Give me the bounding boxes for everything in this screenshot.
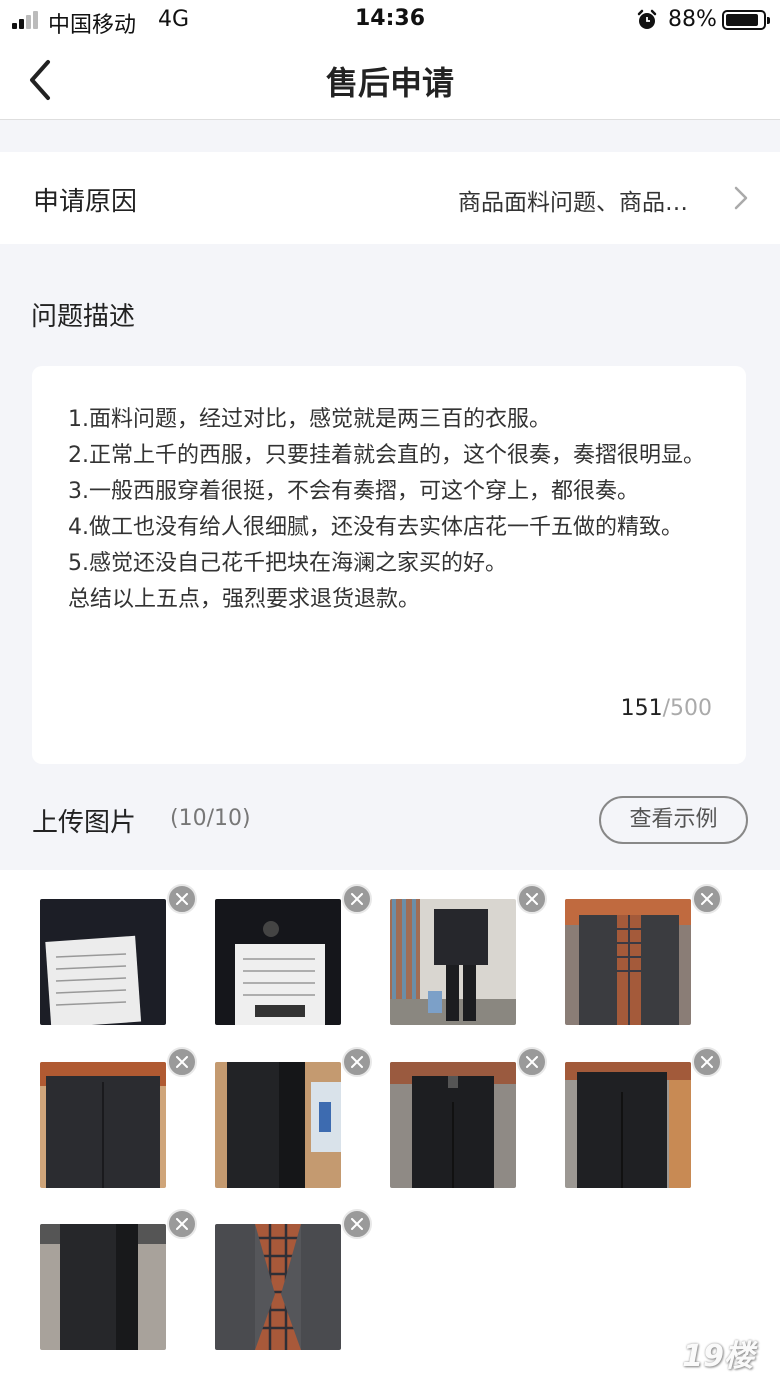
battery-icon [722,10,770,30]
photo-thumbnail[interactable] [565,899,691,1025]
reason-row[interactable]: 申请原因 商品面料问题、商品… [0,152,780,244]
char-counter: 151/500 [621,696,712,721]
chevron-right-icon [734,186,748,210]
description-line: 1.面料问题，经过对比，感觉就是两三百的衣服。 [68,407,551,432]
description-line: 2.正常上千的西服，只要挂着就会直的，这个很奏，奏摺很明显。 [68,443,705,468]
photo-thumbnail[interactable] [40,1062,166,1188]
upload-count: (10/10) [170,806,251,831]
page-title: 售后申请 [325,64,454,102]
delete-photo-icon[interactable] [692,884,722,914]
delete-photo-icon[interactable] [167,1047,197,1077]
description-line: 3.一般西服穿着很挺，不会有奏摺，可这个穿上，都很奏。 [68,479,639,504]
description-line: 4.做工也没有给人很细腻，还没有去实体店花一千五做的精致。 [68,515,683,540]
char-count: 151 [620,696,663,721]
photo-grid: 19楼 [0,870,780,1387]
delete-photo-icon[interactable] [342,1209,372,1239]
photo-thumbnail[interactable] [215,1062,341,1188]
reason-label: 申请原因 [33,187,138,217]
reason-value: 商品面料问题、商品… [458,190,688,216]
delete-photo-icon[interactable] [342,884,372,914]
photo-thumbnail[interactable] [40,1224,166,1350]
watermark-logo: 19楼 [682,1339,754,1374]
photo-thumbnail[interactable] [565,1062,691,1188]
description-text: 1.面料问题，经过对比，感觉就是两三百的衣服。 2.正常上千的西服，只要挂着就会直… [68,402,718,618]
description-line: 总结以上五点，强烈要求退货退款。 [68,587,421,612]
delete-photo-icon[interactable] [517,1047,547,1077]
photo-thumbnail[interactable] [215,1224,341,1350]
description-textarea[interactable]: 1.面料问题，经过对比，感觉就是两三百的衣服。 2.正常上千的西服，只要挂着就会直… [32,366,746,764]
alarm-icon [637,9,657,29]
status-bar: 中国移动 4G 14:36 88% [0,0,780,40]
delete-photo-icon[interactable] [167,1209,197,1239]
nav-bar: 售后申请 [0,40,780,120]
upload-header: 上传图片 (10/10) 查看示例 [0,780,780,870]
view-example-button[interactable]: 查看示例 [599,796,748,844]
description-title: 问题描述 [31,302,136,332]
photo-thumbnail[interactable] [215,899,341,1025]
upload-title: 上传图片 [32,808,137,838]
photo-thumbnail[interactable] [390,1062,516,1188]
delete-photo-icon[interactable] [342,1047,372,1077]
description-line: 5.感觉还没自己花千把块在海澜之家买的好。 [68,551,507,576]
battery-percent: 88% [668,7,717,32]
photo-thumbnail[interactable] [40,899,166,1025]
delete-photo-icon[interactable] [167,884,197,914]
photo-thumbnail[interactable] [390,899,516,1025]
delete-photo-icon[interactable] [692,1047,722,1077]
clock: 14:36 [354,6,426,31]
delete-photo-icon[interactable] [517,884,547,914]
char-max: /500 [662,696,712,721]
